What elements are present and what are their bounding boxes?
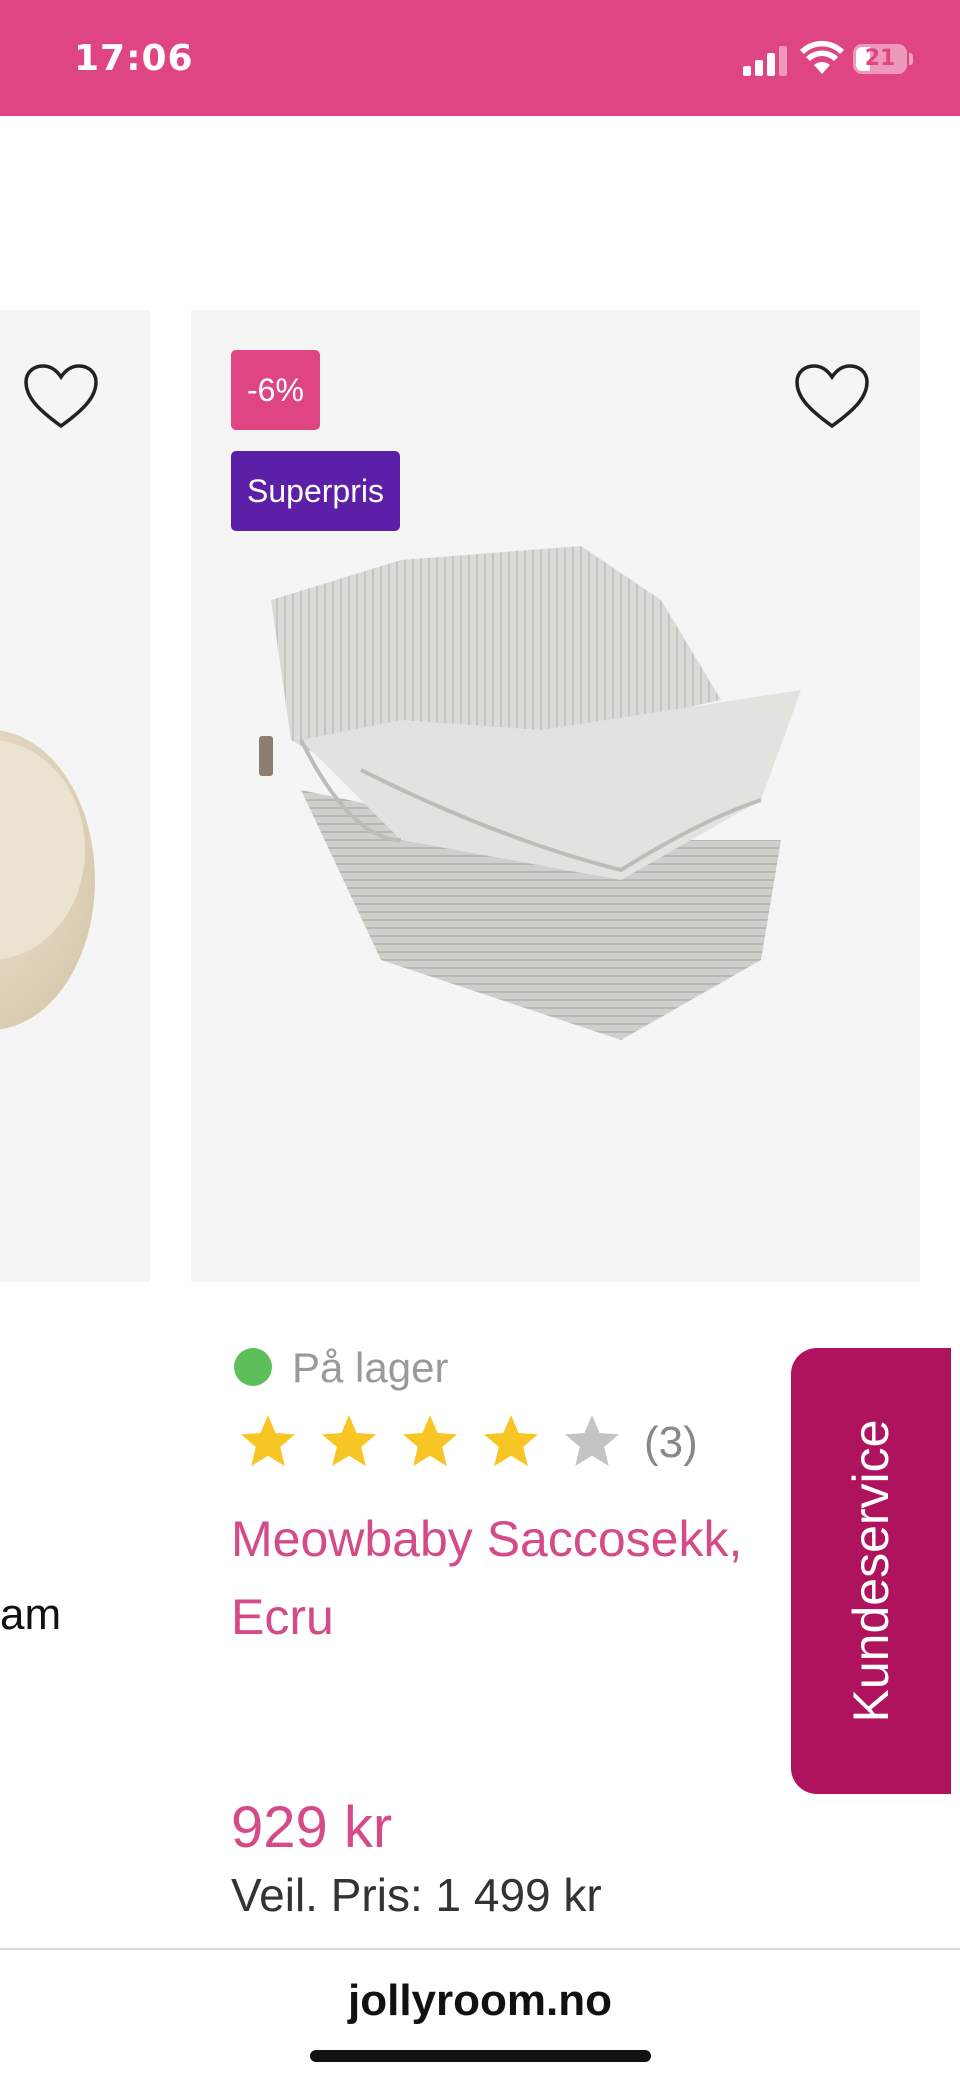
star-empty-icon <box>565 1415 619 1466</box>
status-time: 17:06 <box>74 38 194 79</box>
product-name-left[interactable]: am <box>0 1590 61 1640</box>
page: 17:06 21 -6% Superpris am På lager (3) M… <box>0 0 960 2078</box>
promo-badge: Superpris <box>231 451 400 531</box>
stock-status: På lager <box>292 1344 449 1391</box>
battery-level: 21 <box>864 46 896 71</box>
wifi-icon <box>800 40 844 74</box>
product-image-cushion <box>0 730 95 1030</box>
discount-badge: -6% <box>231 350 320 430</box>
star-filled-icon <box>241 1415 295 1466</box>
star-filled-icon <box>322 1415 376 1466</box>
home-indicator[interactable] <box>310 2050 651 2062</box>
url-text[interactable]: jollyroom.no <box>0 1976 960 2026</box>
product-image-beanbag <box>259 546 801 1040</box>
customer-service-label: Kundeservice <box>843 1419 899 1723</box>
stock-indicator <box>234 1348 272 1386</box>
battery-icon: 21 <box>853 44 907 74</box>
product-name[interactable]: Meowbaby Saccosekk, Ecru <box>231 1500 791 1656</box>
status-bar: 17:06 21 <box>0 0 960 116</box>
heart-icon[interactable] <box>793 362 871 432</box>
heart-icon[interactable] <box>22 362 100 432</box>
review-count[interactable]: (3) <box>644 1418 698 1468</box>
customer-service-button[interactable]: Kundeservice <box>791 1348 951 1794</box>
price: 929 kr <box>231 1795 393 1860</box>
recommended-price: Veil. Pris: 1 499 kr <box>231 1869 602 1921</box>
signal-icon <box>743 44 787 76</box>
star-filled-icon <box>484 1415 538 1466</box>
product-card-left[interactable] <box>0 310 150 1282</box>
star-filled-icon <box>403 1415 457 1466</box>
product-card[interactable]: -6% Superpris <box>191 310 920 1282</box>
